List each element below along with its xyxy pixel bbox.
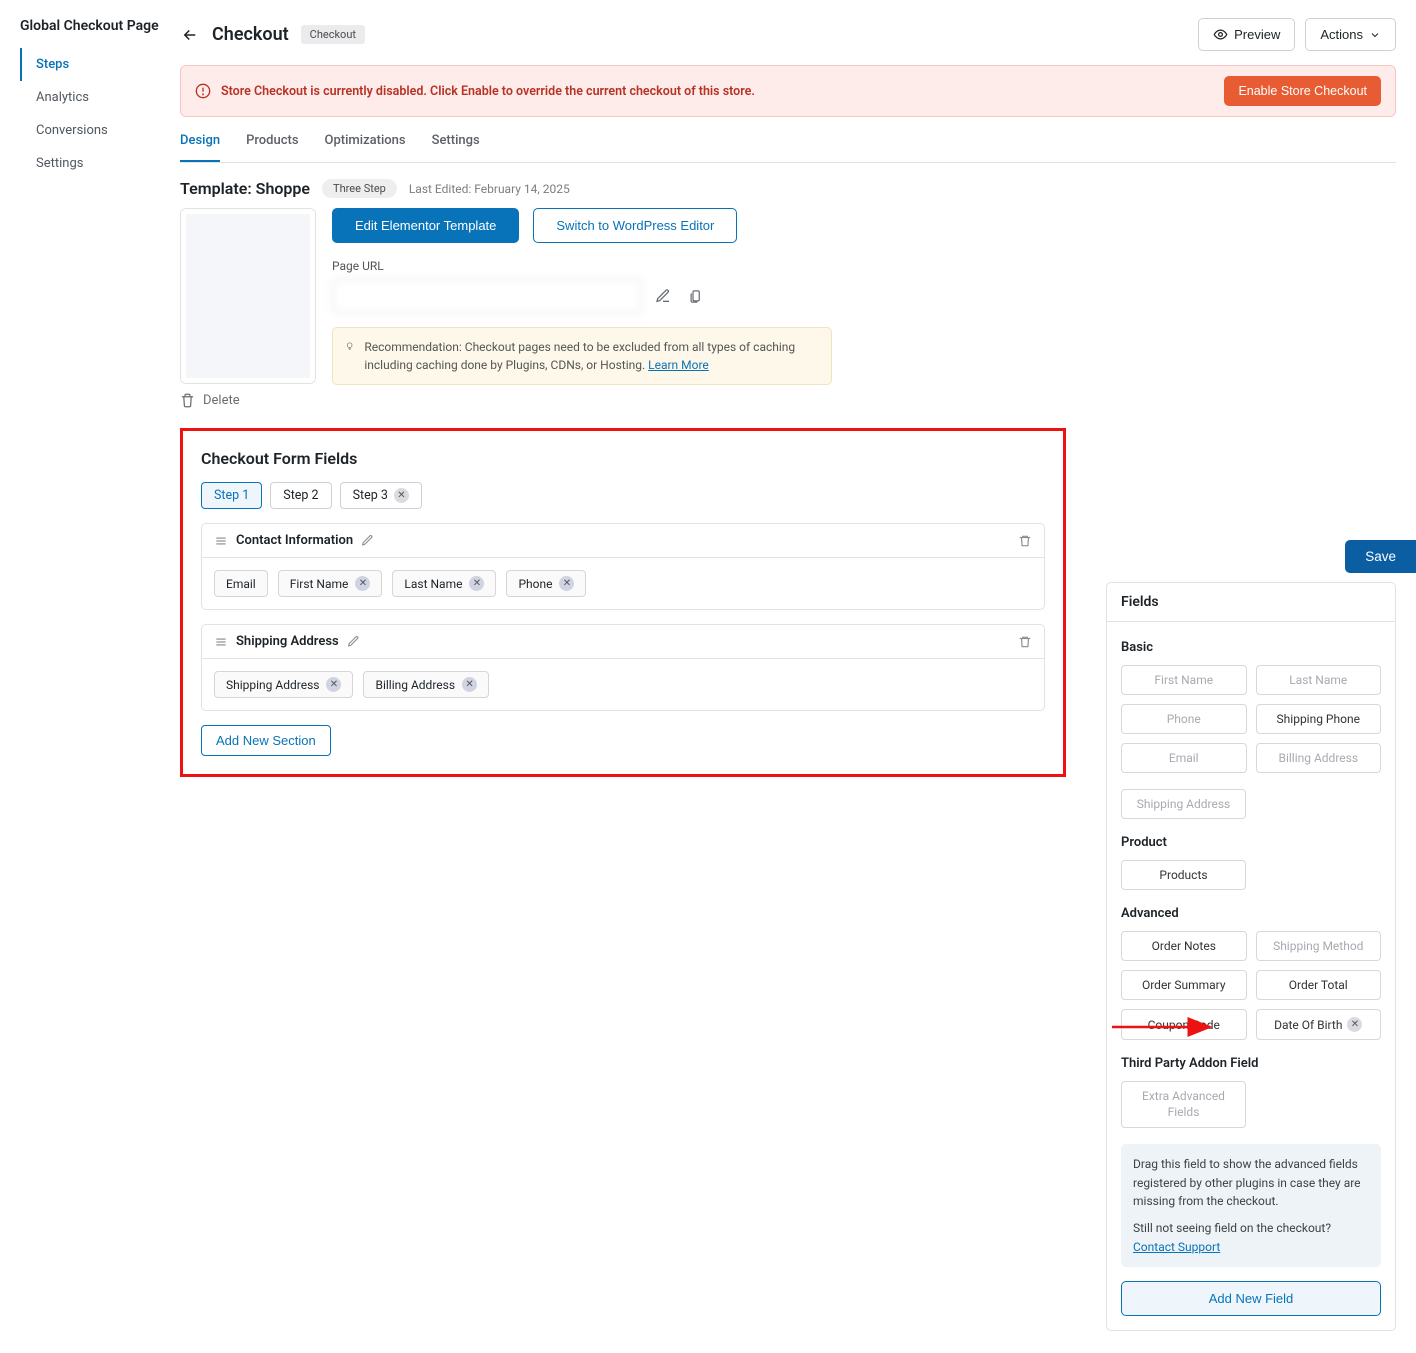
field-chip-shipping-address[interactable]: Shipping Address✕ <box>214 671 353 698</box>
field-phone[interactable]: Phone <box>1121 704 1247 734</box>
delete-label: Delete <box>203 393 240 408</box>
add-new-section-button[interactable]: Add New Section <box>201 725 331 756</box>
field-last-name[interactable]: Last Name <box>1256 665 1382 695</box>
hint-text-2: Still not seeing field on the checkout? <box>1133 1221 1331 1235</box>
field-order-summary[interactable]: Order Summary <box>1121 970 1247 1000</box>
page-title: Checkout <box>212 24 289 45</box>
section-title-shipping: Shipping Address <box>236 634 339 649</box>
enable-store-checkout-button[interactable]: Enable Store Checkout <box>1224 76 1381 106</box>
sidebar-item-analytics[interactable]: Analytics <box>20 81 180 114</box>
field-billing-address[interactable]: Billing Address <box>1256 743 1382 773</box>
sidebar-item-settings[interactable]: Settings <box>20 147 180 180</box>
field-chip-email[interactable]: Email <box>214 570 268 597</box>
delete-section-icon[interactable] <box>1018 534 1032 548</box>
remove-first-name-icon[interactable]: ✕ <box>355 576 370 591</box>
edit-template-button[interactable]: Edit Elementor Template <box>332 208 519 243</box>
hint-text-1: Drag this field to show the advanced fie… <box>1133 1155 1369 1211</box>
field-chip-first-name[interactable]: First Name✕ <box>278 570 383 597</box>
sidebar-title: Global Checkout Page <box>20 18 180 34</box>
group-advanced-title: Advanced <box>1121 906 1381 921</box>
field-order-notes[interactable]: Order Notes <box>1121 931 1247 961</box>
template-thumbnail[interactable] <box>180 208 316 384</box>
edit-section-icon[interactable] <box>347 635 360 648</box>
remove-last-name-icon[interactable]: ✕ <box>469 576 484 591</box>
checkout-form-fields-panel: Checkout Form Fields Step 1 Step 2 Step … <box>180 428 1066 777</box>
trash-icon <box>180 393 195 408</box>
remove-phone-icon[interactable]: ✕ <box>559 576 574 591</box>
field-chip-phone[interactable]: Phone✕ <box>506 570 586 597</box>
page-url-input[interactable] <box>332 279 642 313</box>
page-url-label: Page URL <box>332 259 1396 273</box>
group-third-party-title: Third Party Addon Field <box>1121 1056 1381 1071</box>
field-shipping-method[interactable]: Shipping Method <box>1256 931 1382 961</box>
alert-text: Store Checkout is currently disabled. Cl… <box>221 84 1214 99</box>
field-chip-billing-address[interactable]: Billing Address✕ <box>363 671 489 698</box>
form-fields-title: Checkout Form Fields <box>201 449 1045 468</box>
group-product-title: Product <box>1121 835 1381 850</box>
field-email[interactable]: Email <box>1121 743 1247 773</box>
disabled-alert: Store Checkout is currently disabled. Cl… <box>180 65 1396 117</box>
step-tab-2[interactable]: Step 2 <box>270 482 331 509</box>
save-button[interactable]: Save <box>1345 540 1416 573</box>
step-3-remove-icon[interactable]: ✕ <box>394 488 409 503</box>
field-order-total[interactable]: Order Total <box>1256 970 1382 1000</box>
field-shipping-address[interactable]: Shipping Address <box>1121 789 1246 819</box>
delete-template-button[interactable]: Delete <box>180 393 1396 408</box>
copy-url-icon[interactable] <box>684 285 706 307</box>
sidebar-item-conversions[interactable]: Conversions <box>20 114 180 147</box>
switch-editor-button[interactable]: Switch to WordPress Editor <box>533 208 737 243</box>
fields-panel-title: Fields <box>1107 583 1395 622</box>
step-tab-1[interactable]: Step 1 <box>201 482 262 509</box>
field-coupon-code[interactable]: Coupon Code <box>1121 1009 1247 1040</box>
tab-settings[interactable]: Settings <box>432 133 480 162</box>
edit-section-icon[interactable] <box>361 534 374 547</box>
actions-button[interactable]: Actions <box>1305 18 1396 51</box>
fields-panel: Fields Basic First Name Last Name Phone … <box>1106 582 1396 1331</box>
actions-label: Actions <box>1320 27 1363 42</box>
field-products[interactable]: Products <box>1121 860 1246 890</box>
template-step-badge: Three Step <box>322 179 397 198</box>
preview-button[interactable]: Preview <box>1198 18 1295 51</box>
section-title-contact: Contact Information <box>236 533 353 548</box>
section-contact-information: Contact Information Email First Name✕ La… <box>201 523 1045 610</box>
remove-dob-icon[interactable]: ✕ <box>1347 1017 1362 1032</box>
tab-optimizations[interactable]: Optimizations <box>325 133 406 162</box>
field-date-of-birth[interactable]: Date Of Birth✕ <box>1256 1009 1382 1040</box>
field-shipping-phone[interactable]: Shipping Phone <box>1256 704 1382 734</box>
remove-billing-address-icon[interactable]: ✕ <box>462 677 477 692</box>
tab-design[interactable]: Design <box>180 133 220 162</box>
learn-more-link[interactable]: Learn More <box>648 358 709 372</box>
field-extra-advanced[interactable]: Extra Advanced Fields <box>1121 1081 1246 1128</box>
delete-section-icon[interactable] <box>1018 635 1032 649</box>
step-tab-3[interactable]: Step 3✕ <box>340 482 422 509</box>
template-title: Template: Shoppe <box>180 179 310 198</box>
recommendation-box: Recommendation: Checkout pages need to b… <box>332 327 832 385</box>
recommendation-text: Recommendation: Checkout pages need to b… <box>364 340 795 372</box>
add-new-field-button[interactable]: Add New Field <box>1121 1281 1381 1316</box>
hint-box: Drag this field to show the advanced fie… <box>1121 1144 1381 1267</box>
back-arrow-icon[interactable] <box>180 25 200 45</box>
bulb-icon <box>345 338 354 354</box>
last-edited: Last Edited: February 14, 2025 <box>409 182 570 196</box>
drag-handle-icon[interactable] <box>214 635 228 649</box>
drag-handle-icon[interactable] <box>214 534 228 548</box>
alert-icon <box>195 83 211 99</box>
remove-shipping-address-icon[interactable]: ✕ <box>326 677 341 692</box>
edit-url-icon[interactable] <box>652 285 674 307</box>
page-badge: Checkout <box>301 25 365 44</box>
preview-label: Preview <box>1234 27 1280 42</box>
group-basic-title: Basic <box>1121 640 1381 655</box>
field-first-name[interactable]: First Name <box>1121 665 1247 695</box>
tab-products[interactable]: Products <box>246 133 298 162</box>
section-shipping-address: Shipping Address Shipping Address✕ Billi… <box>201 624 1045 711</box>
contact-support-link[interactable]: Contact Support <box>1133 1240 1220 1254</box>
sidebar-item-steps[interactable]: Steps <box>20 48 180 81</box>
field-chip-last-name[interactable]: Last Name✕ <box>392 570 496 597</box>
